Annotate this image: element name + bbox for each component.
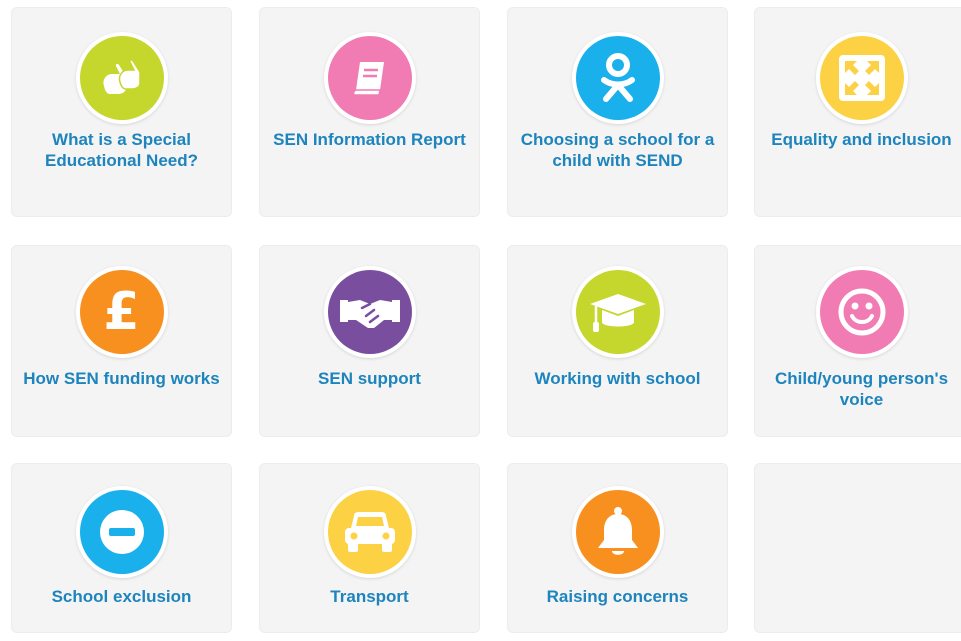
card-equality-and-inclusion[interactable]: Equality and inclusion bbox=[754, 7, 961, 217]
card-sen-support[interactable]: SEN support bbox=[259, 245, 480, 437]
card-title: Child/young person's voice bbox=[774, 369, 949, 409]
card-child-voice[interactable]: Child/young person's voice bbox=[754, 245, 961, 437]
expand-arrows-icon bbox=[819, 36, 904, 120]
book-icon bbox=[327, 36, 412, 120]
card-title: How SEN funding works bbox=[23, 369, 220, 388]
icon-badge bbox=[323, 32, 416, 124]
empty-card bbox=[754, 463, 961, 633]
icon-badge bbox=[75, 486, 168, 578]
icon-badge bbox=[323, 486, 416, 578]
card-title: Working with school bbox=[534, 369, 701, 388]
card-school-exclusion[interactable]: School exclusion bbox=[11, 463, 232, 633]
topic-grid: What is a Special Educational Need? SEN … bbox=[0, 0, 961, 641]
icon-badge bbox=[75, 32, 168, 124]
icon-badge bbox=[323, 266, 416, 358]
pound-symbol: £ bbox=[103, 282, 140, 342]
bell-icon bbox=[575, 490, 660, 574]
icon-badge bbox=[571, 266, 664, 358]
person-icon bbox=[575, 36, 660, 120]
card-title: What is a Special Educational Need? bbox=[44, 130, 199, 170]
card-title: SEN Information Report bbox=[273, 130, 466, 149]
icon-badge bbox=[815, 266, 908, 358]
sign-language-icon bbox=[79, 36, 164, 120]
card-raising-concerns[interactable]: Raising concerns bbox=[507, 463, 728, 633]
card-title: Transport bbox=[330, 587, 409, 606]
icon-badge bbox=[571, 32, 664, 124]
card-title: Equality and inclusion bbox=[771, 130, 952, 149]
card-title: Choosing a school for a child with SEND bbox=[520, 130, 715, 170]
handshake-icon bbox=[327, 270, 412, 354]
card-choosing-a-school[interactable]: Choosing a school for a child with SEND bbox=[507, 7, 728, 217]
minus-circle-icon bbox=[79, 490, 164, 574]
smiley-icon bbox=[819, 270, 904, 354]
card-working-with-school[interactable]: Working with school bbox=[507, 245, 728, 437]
graduation-cap-icon bbox=[575, 270, 660, 354]
card-special-educational-need[interactable]: What is a Special Educational Need? bbox=[11, 7, 232, 217]
icon-badge: £ bbox=[75, 266, 168, 358]
card-transport[interactable]: Transport bbox=[259, 463, 480, 633]
icon-badge bbox=[815, 32, 908, 124]
pound-icon: £ bbox=[79, 270, 164, 354]
card-title: School exclusion bbox=[51, 587, 192, 606]
card-title: Raising concerns bbox=[546, 587, 689, 606]
card-sen-information-report[interactable]: SEN Information Report bbox=[259, 7, 480, 217]
card-title: SEN support bbox=[318, 369, 421, 388]
car-icon bbox=[327, 490, 412, 574]
card-sen-funding[interactable]: £ How SEN funding works bbox=[11, 245, 232, 437]
icon-badge bbox=[571, 486, 664, 578]
